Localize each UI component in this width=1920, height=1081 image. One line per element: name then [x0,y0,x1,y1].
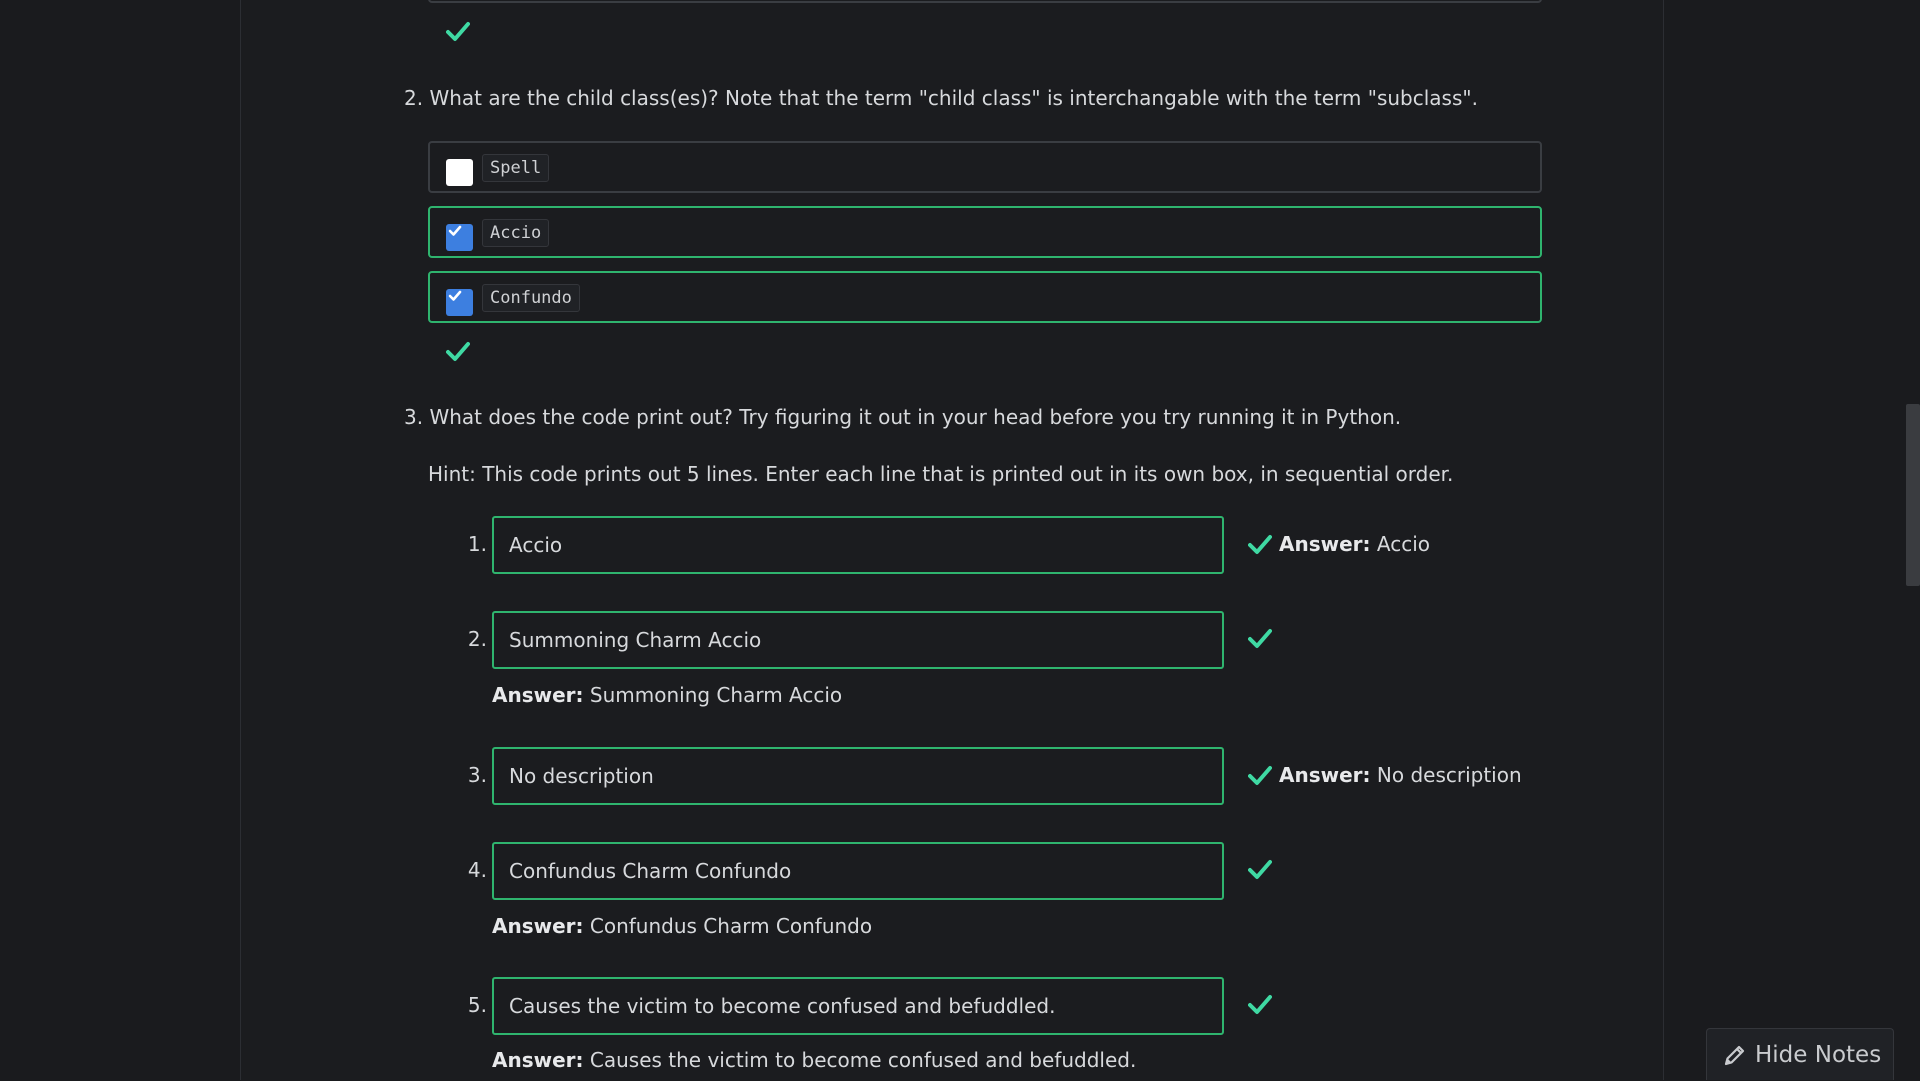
answer-value: Accio [1376,532,1431,556]
answer-feedback-4: Answer: Confundus Charm Confundo [492,914,872,938]
checkbox-checked[interactable] [446,289,473,316]
hide-notes-label: Hide Notes [1755,1042,1882,1068]
line-number: 5. [467,993,487,1017]
check-icon [1248,858,1272,880]
line-number: 3. [467,763,487,787]
checkmark-icon [448,290,462,301]
choice-label: Confundo [482,284,580,312]
answer-input-1[interactable] [492,516,1224,574]
check-icon [446,20,470,42]
hide-notes-button[interactable]: Hide Notes [1706,1028,1894,1080]
choice-confundo[interactable]: Confundo [428,271,1542,323]
checkbox[interactable] [446,159,473,186]
answer-input-4[interactable] [492,842,1224,900]
answer-label: Answer: [492,1048,584,1072]
question-2-prompt: 2. What are the child class(es)? Note th… [404,86,1478,110]
answer-feedback-2: Answer: Summoning Charm Accio [492,683,842,707]
answer-label: Answer: [1279,763,1371,787]
choice-label: Spell [482,154,550,182]
previous-choice-box [428,0,1542,3]
line-number: 2. [467,627,487,651]
check-icon [1248,533,1272,555]
question-3-prompt: 3. What does the code print out? Try fig… [404,405,1402,429]
choice-spell[interactable]: Spell [428,141,1542,193]
answer-label: Answer: [492,683,584,707]
answer-input-5[interactable] [492,977,1224,1035]
choice-label: Accio [482,219,550,247]
check-icon [1248,627,1272,649]
answer-input-2[interactable] [492,611,1224,669]
answer-value: Causes the victim to become confused and… [589,1048,1137,1072]
answer-feedback-1: Answer: Accio [1279,532,1430,556]
choice-accio[interactable]: Accio [428,206,1542,258]
answer-feedback-3: Answer: No description [1279,763,1522,787]
answer-input-3[interactable] [492,747,1224,805]
answer-feedback-5: Answer: Causes the victim to become conf… [492,1048,1136,1072]
checkbox-checked[interactable] [446,224,473,251]
check-icon [1248,993,1272,1015]
question-3-hint: Hint: This code prints out 5 lines. Ente… [428,462,1454,486]
answer-value: No description [1376,763,1522,787]
check-icon [1248,764,1272,786]
check-icon [446,340,470,362]
answer-value: Confundus Charm Confundo [589,914,873,938]
line-number: 1. [467,532,487,556]
answer-value: Summoning Charm Accio [589,683,843,707]
checkmark-icon [448,225,462,236]
pencil-icon [1723,1043,1747,1067]
line-number: 4. [467,858,487,882]
scrollbar-thumb[interactable] [1906,404,1920,586]
answer-label: Answer: [492,914,584,938]
scrollbar[interactable] [1906,0,1920,1080]
answer-label: Answer: [1279,532,1371,556]
